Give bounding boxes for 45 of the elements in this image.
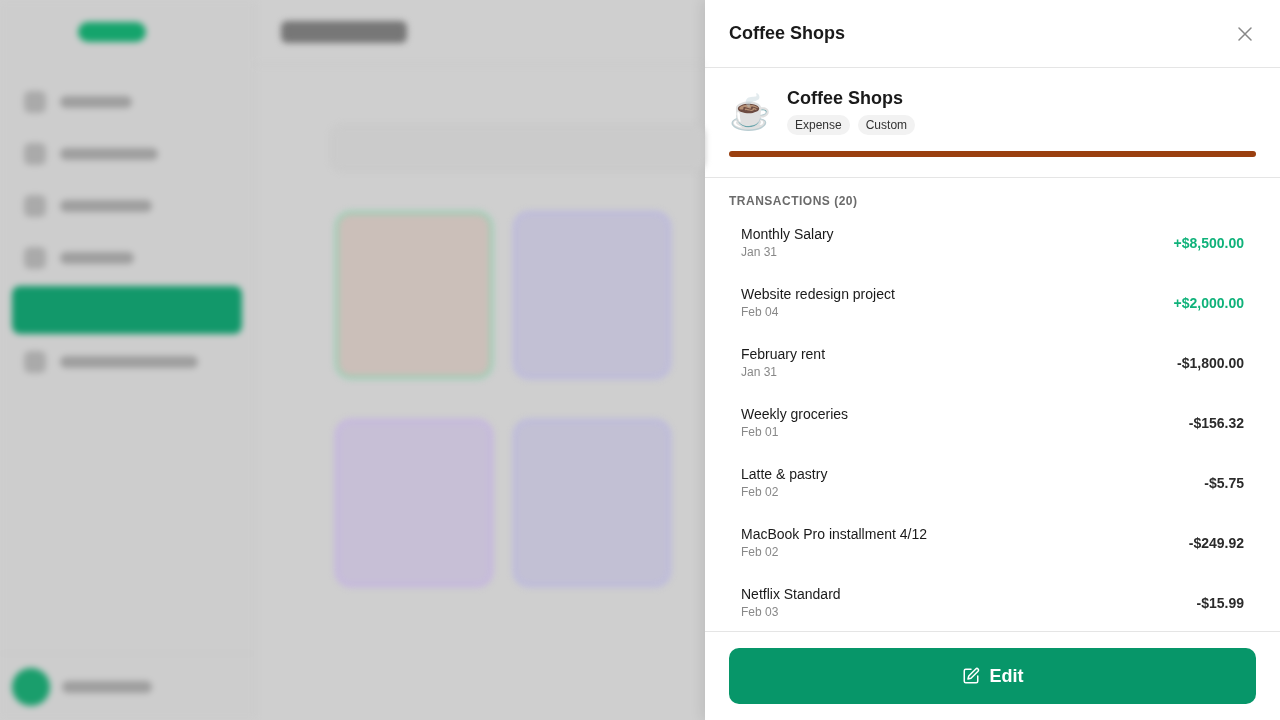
transaction-name: Website redesign project <box>741 286 895 302</box>
transaction-row[interactable]: February rent Jan 31 -$1,800.00 <box>729 342 1256 402</box>
transaction-name: MacBook Pro installment 4/12 <box>741 526 927 542</box>
panel-title: Coffee Shops <box>729 23 845 44</box>
blurred-icon <box>24 195 46 217</box>
blurred-label <box>60 96 132 108</box>
avatar-circle <box>12 668 50 706</box>
transaction-date: Feb 02 <box>741 485 780 499</box>
transaction-row[interactable]: Netflix Standard Feb 03 -$15.99 <box>729 582 1256 631</box>
transaction-name: Netflix Standard <box>741 586 841 602</box>
blurred-icon <box>24 247 46 269</box>
transaction-date: Feb 01 <box>741 425 780 439</box>
transaction-date: Feb 02 <box>741 545 780 559</box>
transaction-row[interactable]: Website redesign project Feb 04 +$2,000.00 <box>729 282 1256 342</box>
tag-label: Custom <box>857 115 916 135</box>
category-name: Coffee Shops <box>787 88 904 109</box>
transaction-name: Monthly Salary <box>741 226 834 242</box>
transaction-row[interactable]: Monthly Salary Jan 31 +$8,500.00 <box>729 222 1256 282</box>
transaction-amount: -$156.32 <box>1188 415 1244 431</box>
blurred-icon <box>24 143 46 165</box>
edit-button[interactable]: Edit <box>729 648 1256 704</box>
transaction-date: Jan 31 <box>741 365 779 379</box>
transaction-name: February rent <box>741 346 826 362</box>
transaction-row[interactable]: Latte & pastry Feb 02 -$5.75 <box>729 462 1256 522</box>
transaction-row[interactable]: Weekly groceries Feb 01 -$156.32 <box>729 402 1256 462</box>
section-heading: TRANSACTIONS (20) <box>729 194 859 208</box>
transaction-name: Weekly groceries <box>741 406 849 422</box>
blurred-icon <box>24 91 46 113</box>
transaction-amount: -$15.99 <box>1196 595 1244 611</box>
transaction-amount: +$8,500.00 <box>1173 235 1244 251</box>
tag-label: Expense <box>787 115 850 135</box>
transaction-date: Jan 31 <box>741 245 779 259</box>
blurred-icon <box>24 351 46 373</box>
transaction-amount: -$5.75 <box>1204 475 1244 491</box>
transaction-date: Feb 03 <box>741 605 780 619</box>
close-icon <box>1238 26 1252 41</box>
transaction-amount: -$1,800.00 <box>1177 355 1244 371</box>
transaction-amount: +$2,000.00 <box>1173 295 1244 311</box>
transaction-name: Latte & pastry <box>741 466 828 482</box>
transaction-date: Feb 04 <box>741 305 780 319</box>
edit-icon <box>961 667 980 685</box>
logo-blur <box>78 22 146 42</box>
coffee-cup-icon: ☕ <box>729 91 771 132</box>
transaction-row[interactable]: MacBook Pro installment 4/12 Feb 02 -$249.92 <box>729 522 1256 582</box>
transaction-amount: -$249.92 <box>1188 535 1244 551</box>
